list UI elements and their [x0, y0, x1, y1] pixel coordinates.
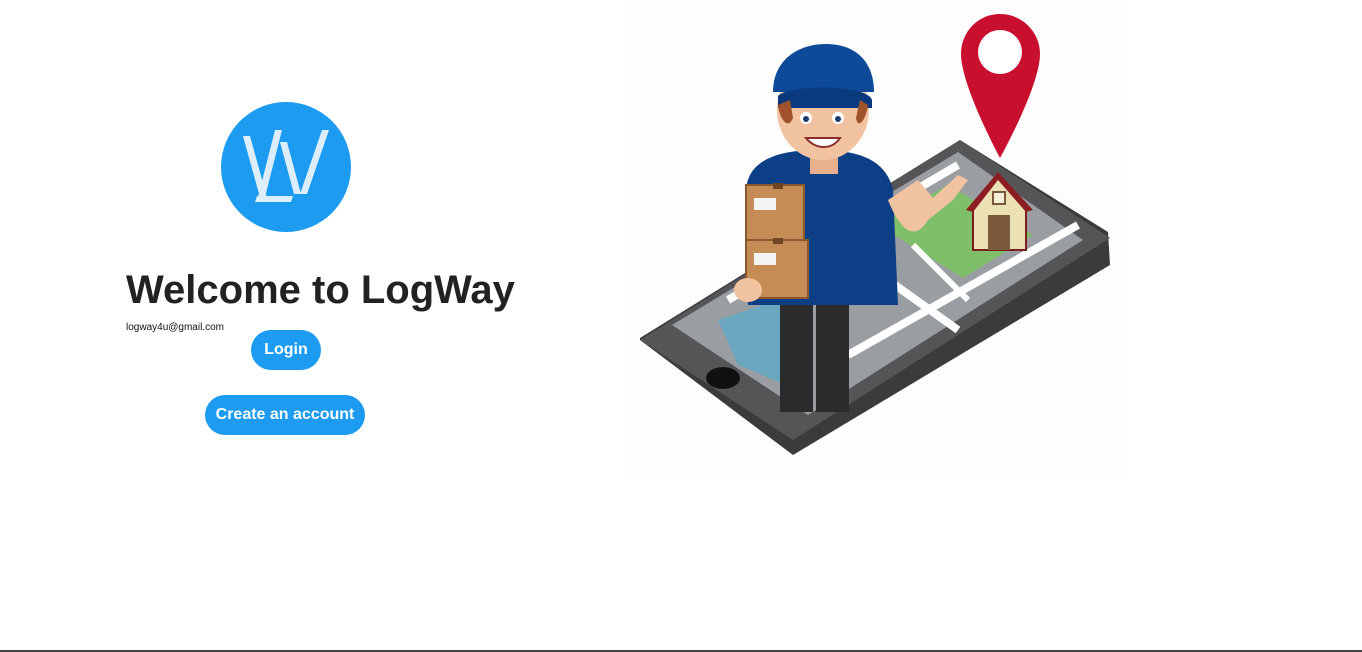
page-title: Welcome to LogWay — [126, 268, 515, 312]
create-account-button[interactable]: Create an account — [205, 395, 365, 435]
contact-email: logway4u@gmail.com — [126, 322, 224, 333]
logway-logo-icon — [221, 102, 351, 232]
landing-page: Welcome to LogWay logway4u@gmail.com Log… — [0, 0, 1362, 652]
delivery-illustration — [628, 0, 1128, 478]
login-button[interactable]: Login — [251, 330, 321, 370]
